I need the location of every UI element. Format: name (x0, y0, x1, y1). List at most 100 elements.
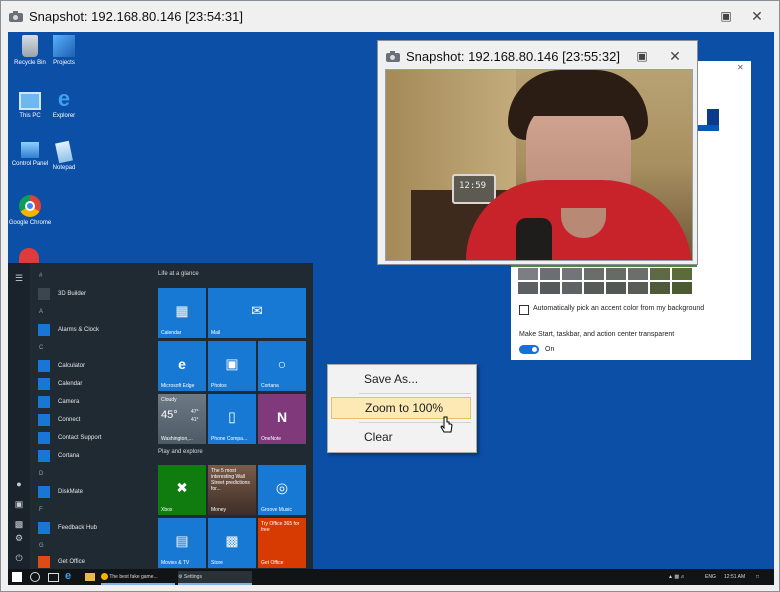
search-icon[interactable] (30, 572, 40, 582)
app-letter-header[interactable]: # (39, 273, 42, 279)
xbox-icon: ✖ (176, 479, 188, 495)
power-icon[interactable]: ⏻ (14, 553, 24, 563)
accent-swatch[interactable] (584, 282, 604, 294)
menu-separator (359, 422, 471, 423)
clock-display: 12:59 (459, 181, 487, 191)
accent-swatch[interactable] (606, 268, 626, 280)
file-explorer-icon[interactable] (85, 573, 95, 581)
tray-icons[interactable]: ▲ ▩ ♬ (668, 571, 685, 583)
chair (516, 218, 552, 260)
clock[interactable]: 12:51 AM (724, 571, 745, 583)
diskmate-icon (38, 486, 50, 498)
accent-swatch[interactable] (606, 282, 626, 294)
tile-label: Cortana (261, 383, 279, 389)
accent-swatch[interactable] (518, 268, 538, 280)
accent-swatch[interactable] (650, 268, 670, 280)
get-office-icon (38, 556, 50, 568)
accent-swatch[interactable] (672, 268, 692, 280)
tile-onenote[interactable]: N OneNote (258, 394, 306, 444)
app-list-item[interactable]: Connect (38, 413, 80, 427)
tile-movies-tv[interactable]: ▤ Movies & TV (158, 518, 206, 568)
tile-weather[interactable]: Cloudy 45° 47° 41° Washington,... (158, 394, 206, 444)
app-list-item[interactable]: Calculator (38, 359, 85, 373)
notifications-icon[interactable]: □ (756, 571, 759, 583)
onenote-icon: N (276, 408, 288, 425)
desktop-icon-projects[interactable]: Projects (42, 35, 86, 66)
camera-icon (386, 50, 400, 62)
accent-swatch[interactable] (540, 268, 560, 280)
accent-swatch[interactable] (562, 268, 582, 280)
settings-close-icon[interactable]: ✕ (737, 63, 744, 72)
desktop-icon-notepad[interactable]: Notepad (42, 140, 86, 171)
desktop-icon-label: Notepad (52, 165, 76, 171)
edge-taskbar-icon[interactable]: e (65, 570, 71, 582)
tile-phone-companion[interactable]: ▯ Phone Compa... (208, 394, 256, 444)
settings-icon[interactable]: ⚙ (14, 533, 24, 543)
cortana-icon (38, 450, 50, 462)
accent-swatch[interactable] (540, 282, 560, 294)
taskbar-item-chrome[interactable]: The best fake game... (101, 571, 175, 585)
app-letter-header[interactable]: G (39, 543, 44, 549)
desktop-icon-explorer[interactable]: e Explorer (42, 86, 86, 120)
app-list-item[interactable]: DiskMate (38, 485, 83, 499)
documents-icon[interactable]: ▣ (14, 499, 24, 509)
hamburger-icon[interactable]: ☰ (14, 273, 24, 283)
alarm-clock: 12:59 (452, 174, 496, 204)
app-list-item[interactable]: 3D Builder (38, 287, 86, 301)
taskbar-item-settings[interactable]: ⚙ Settings (178, 571, 252, 585)
app-label: Alarms & Clock (58, 327, 100, 333)
tile-photos[interactable]: ▣ Photos (208, 341, 256, 391)
app-list-item[interactable]: Calendar (38, 377, 82, 391)
accent-swatch[interactable] (518, 282, 538, 294)
auto-accent-checkbox[interactable] (519, 305, 529, 315)
pictures-icon[interactable]: ▩ (14, 519, 24, 529)
language-indicator[interactable]: ENG (705, 571, 716, 583)
close-icon[interactable]: ✕ (667, 48, 683, 64)
accent-swatch[interactable] (628, 282, 648, 294)
tile-store[interactable]: ▩ Store (208, 518, 256, 568)
restore-icon[interactable]: ▣ (634, 48, 650, 64)
partial-app-icon (19, 248, 39, 264)
tile-get-office[interactable]: Try Office 365 for free Get Office (258, 518, 306, 568)
app-list-item[interactable]: Cortana (38, 449, 79, 463)
main-title-bar[interactable]: Snapshot: 192.168.80.146 [23:54:31] ▣ ✕ (1, 1, 779, 31)
snapshot-title-bar[interactable]: Snapshot: 192.168.80.146 [23:55:32] ▣ ✕ (378, 41, 697, 71)
tile-groove-music[interactable]: ◎ Groove Music (258, 465, 306, 515)
close-icon[interactable]: ✕ (749, 8, 765, 24)
app-letter-header[interactable]: D (39, 471, 43, 477)
weather-low: 41° (191, 417, 199, 423)
menu-item-save-as[interactable]: Save As... (331, 368, 471, 390)
app-letter-header[interactable]: F (39, 507, 43, 513)
tile-edge[interactable]: e Microsoft Edge (158, 341, 206, 391)
accent-swatch[interactable] (584, 268, 604, 280)
connect-icon (38, 414, 50, 426)
accent-swatch[interactable] (650, 282, 670, 294)
desktop-icon-label: Projects (53, 60, 75, 66)
app-label: Calendar (58, 381, 83, 387)
user-icon[interactable]: ● (14, 479, 24, 489)
accent-swatch[interactable] (562, 282, 582, 294)
accent-swatch[interactable] (628, 268, 648, 280)
accent-swatch[interactable] (672, 282, 692, 294)
tile-cortana[interactable]: ○ Cortana (258, 341, 306, 391)
3d-builder-icon (38, 288, 50, 300)
desktop-icon-chrome[interactable]: Google Chrome (8, 195, 52, 226)
tile-calendar[interactable]: ▦ Calendar (158, 288, 206, 338)
app-list-item[interactable]: Get Office (38, 555, 85, 569)
transparency-toggle[interactable] (519, 345, 539, 354)
task-view-icon[interactable] (48, 573, 59, 582)
app-list-item[interactable]: Contact Support (38, 431, 101, 445)
app-letter-header[interactable]: A (39, 309, 43, 315)
app-label: Contact Support (58, 435, 102, 441)
feedback-hub-icon (38, 522, 50, 534)
app-list-item[interactable]: Camera (38, 395, 79, 409)
tile-money[interactable]: The 5 most interesting Wall Street predi… (208, 465, 256, 515)
tile-mail[interactable]: ✉ Mail (208, 288, 306, 338)
start-button[interactable] (12, 572, 22, 582)
tile-xbox[interactable]: ✖ Xbox (158, 465, 206, 515)
internet-explorer-icon: e (57, 86, 71, 111)
app-list-item[interactable]: Feedback Hub (38, 521, 97, 535)
app-letter-header[interactable]: C (39, 345, 43, 351)
app-list-item[interactable]: Alarms & Clock (38, 323, 99, 337)
restore-icon[interactable]: ▣ (718, 8, 734, 24)
